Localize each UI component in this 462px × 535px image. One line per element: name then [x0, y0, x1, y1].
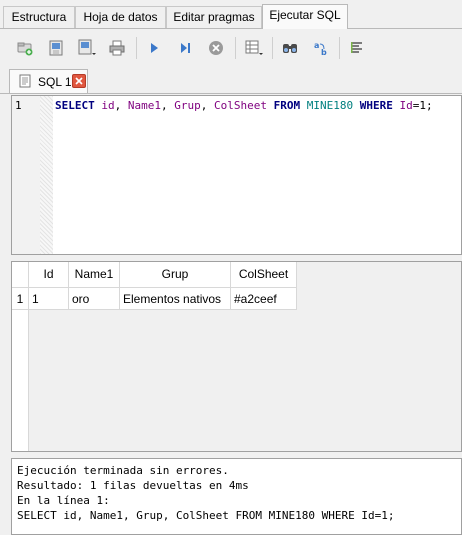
message-line: SELECT id, Name1, Grup, ColSheet FROM MI…	[17, 509, 395, 522]
results-grid[interactable]: Id Name1 Grup ColSheet 1 1 oro Elementos…	[11, 261, 462, 452]
message-line: En la línea 1:	[17, 494, 110, 507]
sql-token: ,	[161, 99, 175, 112]
message-pane: Ejecución terminada sin errores. Resulta…	[11, 458, 462, 535]
sql-token: MINE180	[306, 99, 354, 112]
save-sql-icon[interactable]	[76, 37, 98, 59]
message-line: Ejecución terminada sin errores.	[17, 464, 229, 477]
sql-token: SELECT	[55, 99, 95, 112]
column-header-grup[interactable]: Grup	[120, 262, 231, 288]
table-cell[interactable]: #a2ceef	[231, 288, 297, 310]
tab-editar-pragmas[interactable]: Editar pragmas	[166, 6, 262, 28]
code-line: SELECT id, Name1, Grup, ColSheet FROM MI…	[55, 99, 433, 112]
message-line: Resultado: 1 filas devueltas en 4ms	[17, 479, 249, 492]
tab-sql-1[interactable]: SQL 1	[9, 69, 88, 93]
svg-text:b: b	[321, 48, 327, 57]
toolbar-separator	[235, 37, 236, 59]
sql-tab-label: SQL 1	[38, 75, 72, 89]
tab-estructura[interactable]: Estructura	[3, 6, 75, 28]
close-icon[interactable]	[72, 74, 86, 88]
toolbar-separator	[339, 37, 340, 59]
sql-token: Id	[399, 99, 413, 112]
table-cell[interactable]: Elementos nativos	[120, 288, 231, 310]
svg-text:a: a	[314, 41, 319, 50]
sql-tab-divider	[0, 93, 462, 94]
sql-token: FROM	[273, 99, 301, 112]
fold-margin	[40, 96, 53, 254]
find-replace-icon[interactable]: ab	[310, 37, 332, 59]
sql-toolbar: ab	[0, 29, 462, 69]
row-header[interactable]: 1	[12, 288, 29, 310]
line-number-gutter: 1	[12, 96, 53, 254]
toolbar-separator	[136, 37, 137, 59]
column-header-colsheet[interactable]: ColSheet	[231, 262, 297, 288]
sql-token: ,	[114, 99, 128, 112]
find-icon[interactable]	[279, 37, 301, 59]
table-cell[interactable]: 1	[29, 288, 69, 310]
stop-icon[interactable]	[205, 37, 227, 59]
execute-line-icon[interactable]	[174, 37, 196, 59]
sql-token: =1;	[412, 99, 433, 112]
column-header-name1[interactable]: Name1	[69, 262, 120, 288]
grid-corner[interactable]	[12, 262, 29, 288]
open-sql-icon[interactable]	[45, 37, 67, 59]
table-cell[interactable]: oro	[69, 288, 120, 310]
tab-ejecutar-sql[interactable]: Ejecutar SQL	[262, 4, 348, 29]
sql-token: ,	[200, 99, 214, 112]
tab-hoja-de-datos[interactable]: Hoja de datos	[75, 6, 166, 28]
toolbar-separator	[272, 37, 273, 59]
sql-token: Grup	[174, 99, 201, 112]
print-icon[interactable]	[106, 37, 128, 59]
sql-token: Name1	[127, 99, 161, 112]
save-results-icon[interactable]	[243, 37, 265, 59]
row-header-column	[12, 310, 29, 451]
sql-token: WHERE	[359, 99, 393, 112]
sql-token: ColSheet	[214, 99, 267, 112]
sql-file-icon	[19, 74, 31, 88]
sql-tab-bar: SQL 1	[0, 69, 462, 94]
comment-icon[interactable]	[346, 37, 368, 59]
open-tab-icon[interactable]	[14, 37, 36, 59]
sql-editor[interactable]: 1 SELECT id, Name1, Grup, ColSheet FROM …	[11, 95, 462, 255]
column-header-id[interactable]: Id	[29, 262, 69, 288]
execute-all-icon[interactable]	[143, 37, 165, 59]
main-tab-bar: Estructura Hoja de datos Editar pragmas …	[0, 0, 462, 29]
sql-token: id	[101, 99, 115, 112]
line-number: 1	[15, 99, 22, 112]
